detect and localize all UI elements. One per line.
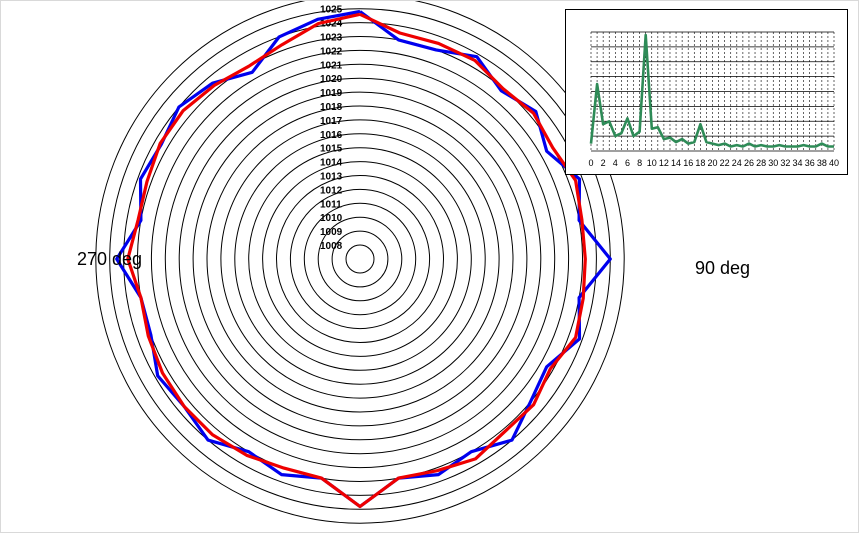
ring-label-1014: 1014 (320, 158, 343, 169)
ring-1026 (96, 1, 624, 523)
inset-line-chart: 0246810121416182022242628303234363840 (566, 10, 849, 176)
ring-label-1011: 1011 (320, 199, 342, 210)
inset-x-tick-28: 28 (756, 158, 766, 168)
ring-1013 (277, 176, 444, 343)
ring-1015 (249, 148, 472, 371)
ring-1008 (346, 245, 374, 273)
inset-x-tick-14: 14 (671, 158, 681, 168)
inset-x-tick-8: 8 (637, 158, 642, 168)
ring-1025 (110, 9, 611, 510)
inset-x-tick-10: 10 (647, 158, 657, 168)
ring-1023 (138, 37, 583, 482)
inset-x-tick-34: 34 (793, 158, 803, 168)
ring-1020 (179, 78, 541, 440)
ring-label-1018: 1018 (320, 102, 343, 113)
ring-label-1012: 1012 (320, 185, 343, 196)
ring-label-1015: 1015 (320, 144, 343, 155)
ring-1019 (193, 92, 527, 426)
series-line-0 (117, 12, 611, 507)
ring-label-1008: 1008 (320, 241, 343, 252)
chart-canvas: 1008100910101011101210131014101510161017… (0, 0, 859, 533)
ring-label-1010: 1010 (320, 213, 343, 224)
inset-x-tick-32: 32 (780, 158, 790, 168)
ring-label-1013: 1013 (320, 172, 343, 183)
ring-1021 (165, 64, 554, 453)
ring-label-1016: 1016 (320, 130, 343, 141)
ring-1022 (151, 50, 568, 467)
inset-x-tick-6: 6 (625, 158, 630, 168)
inset-x-tick-2: 2 (601, 158, 606, 168)
ring-1024 (124, 23, 597, 496)
ring-1012 (290, 189, 429, 328)
ring-label-1017: 1017 (320, 116, 343, 127)
ring-1014 (263, 162, 458, 357)
inset-x-tick-24: 24 (732, 158, 742, 168)
ring-label-1020: 1020 (320, 74, 343, 85)
inset-x-tick-36: 36 (805, 158, 815, 168)
ring-label-1026: 1026 (320, 1, 343, 2)
inset-grid (591, 32, 834, 151)
inset-x-tick-38: 38 (817, 158, 827, 168)
ring-label-1023: 1023 (320, 33, 343, 44)
direction-label-270: 270 deg (77, 249, 142, 270)
inset-x-tick-4: 4 (613, 158, 618, 168)
ring-label-1022: 1022 (320, 46, 343, 57)
inset-x-tick-16: 16 (683, 158, 693, 168)
inset-x-tick-22: 22 (720, 158, 730, 168)
inset-x-tick-18: 18 (695, 158, 705, 168)
ring-label-1009: 1009 (320, 227, 343, 238)
inset-spectrum-chart: 0246810121416182022242628303234363840 (565, 9, 848, 175)
inset-x-tick-30: 30 (768, 158, 778, 168)
ring-1016 (235, 134, 485, 384)
direction-label-90: 90 deg (695, 258, 750, 279)
ring-label-1019: 1019 (320, 88, 343, 99)
inset-x-tick-40: 40 (829, 158, 839, 168)
ring-labels: 1008 1009 1010 1011 1012 1013 1014 1015 1016 1017… (320, 1, 343, 252)
inset-x-tick-26: 26 (744, 158, 754, 168)
ring-grid (96, 1, 624, 523)
ring-label-1021: 1021 (320, 60, 343, 71)
inset-x-ticks: 0246810121416182022242628303234363840 (588, 158, 839, 168)
ring-1018 (207, 106, 513, 412)
series-0 (117, 11, 611, 506)
ring-1009 (332, 231, 388, 287)
inset-x-tick-20: 20 (707, 158, 717, 168)
inset-x-tick-12: 12 (659, 158, 669, 168)
inset-x-tick-0: 0 (588, 158, 593, 168)
